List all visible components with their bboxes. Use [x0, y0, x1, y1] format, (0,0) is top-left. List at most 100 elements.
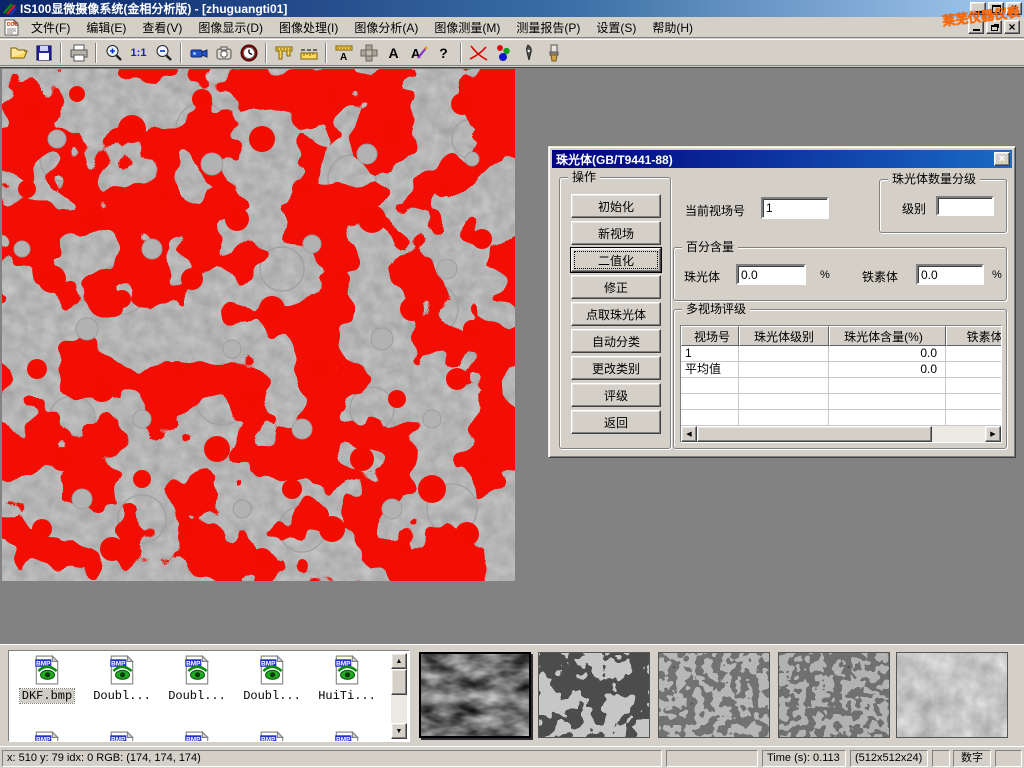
close-button[interactable]: × [1006, 2, 1022, 15]
annotate-icon[interactable]: A [406, 41, 431, 65]
minimize-button[interactable] [970, 2, 986, 15]
header-pearlite-level[interactable]: 珠光体级别 [739, 326, 829, 346]
scroll-up-icon[interactable]: ▲ [391, 653, 407, 669]
file-item[interactable]: DKF.bmp [11, 655, 83, 703]
initialize-button[interactable]: 初始化 [571, 194, 661, 218]
file-item-partial[interactable] [236, 731, 308, 742]
mdi-client-area: 珠光体(GB/T9441-88) × 操作 初始化 新视场 二值化 修正 点取珠… [0, 67, 1024, 644]
file-name[interactable]: Doubl... [241, 689, 303, 703]
table-row[interactable]: 平均值 0.0 [681, 362, 1001, 378]
measure-text-icon[interactable]: A [331, 41, 356, 65]
correct-button[interactable]: 修正 [571, 275, 661, 299]
file-item-partial[interactable] [311, 731, 383, 742]
zoom-out-icon[interactable] [151, 41, 176, 65]
scroll-down-icon[interactable]: ▼ [391, 723, 407, 739]
actual-size-icon[interactable]: 1:1 [126, 41, 151, 65]
open-icon[interactable] [6, 41, 31, 65]
save-icon[interactable] [31, 41, 56, 65]
current-field-input[interactable] [761, 197, 829, 219]
print-icon[interactable] [66, 41, 91, 65]
thumbnail-1[interactable] [419, 652, 531, 738]
help-icon[interactable]: ? [431, 41, 456, 65]
header-field-no[interactable]: 视场号 [681, 326, 739, 346]
table-row-empty [681, 378, 1001, 394]
scroll-right-icon[interactable]: ▶ [985, 426, 1001, 442]
header-ferrite-content[interactable]: 铁素体含量(%) [946, 326, 1002, 346]
zoom-in-icon[interactable] [101, 41, 126, 65]
file-item-partial[interactable] [11, 731, 83, 742]
thumbnail-5[interactable] [896, 652, 1008, 738]
pearlite-label: 珠光体 [684, 268, 720, 285]
change-class-button[interactable]: 更改类别 [571, 356, 661, 380]
return-button[interactable]: 返回 [571, 410, 661, 434]
thumbnail-2[interactable] [538, 652, 650, 738]
cut-curves-icon[interactable] [466, 41, 491, 65]
grid-stamp-icon[interactable] [356, 41, 381, 65]
clock-icon[interactable] [236, 41, 261, 65]
menu-item-image-measure[interactable]: 图像测量(M) [426, 17, 508, 38]
toolbar-separator [180, 43, 182, 63]
cell-pearlite-content: 0.0 [829, 346, 946, 362]
cell-pearlite-level [739, 362, 829, 378]
vscroll-track[interactable] [391, 695, 407, 723]
brush-icon[interactable] [541, 41, 566, 65]
file-item[interactable]: HuiTi... [311, 655, 383, 703]
file-item-partial[interactable] [161, 731, 233, 742]
hscroll-track[interactable] [932, 426, 985, 442]
toolbar-separator [460, 43, 462, 63]
menu-item-view[interactable]: 查看(V) [134, 17, 190, 38]
auto-classify-button[interactable]: 自动分类 [571, 329, 661, 353]
maximize-button[interactable] [988, 2, 1004, 15]
table-row[interactable]: 1 0.0 [681, 346, 1001, 362]
classify-balls-icon[interactable] [491, 41, 516, 65]
menu-item-edit[interactable]: 编辑(E) [78, 17, 134, 38]
pick-pen-icon[interactable] [516, 41, 541, 65]
thumbnail-4[interactable] [778, 652, 890, 738]
new-field-button[interactable]: 新视场 [571, 221, 661, 245]
binarize-button[interactable]: 二值化 [571, 248, 661, 272]
caliper-icon[interactable] [271, 41, 296, 65]
file-item[interactable]: Doubl... [236, 655, 308, 703]
pearlite-percent-input[interactable] [736, 264, 806, 285]
scroll-left-icon[interactable]: ◀ [681, 426, 697, 442]
mdi-minimize-button[interactable] [968, 20, 984, 34]
mdi-restore-button[interactable] [986, 20, 1002, 34]
ferrite-percent-input[interactable] [916, 264, 984, 285]
file-vscrollbar[interactable]: ▲ ▼ [391, 653, 407, 739]
dialog-title-bar[interactable]: 珠光体(GB/T9441-88) × [552, 150, 1012, 168]
file-item-partial[interactable] [86, 731, 158, 742]
status-mode: 数字 [953, 750, 991, 767]
menu-item-image-analysis[interactable]: 图像分析(A) [346, 17, 426, 38]
menu-bar: DOC 文件(F) 编辑(E) 查看(V) 图像显示(D) 图像处理(I) 图像… [0, 17, 1024, 38]
hscroll-thumb[interactable] [697, 426, 932, 442]
rate-button[interactable]: 评级 [571, 383, 661, 407]
file-item[interactable]: Doubl... [161, 655, 233, 703]
file-name[interactable]: Doubl... [166, 689, 228, 703]
rating-table-header: 视场号 珠光体级别 珠光体含量(%) 铁素体含量(%) [681, 326, 1001, 346]
table-hscrollbar[interactable]: ◀ ▶ [681, 426, 1001, 442]
pick-pearlite-button[interactable]: 点取珠光体 [571, 302, 661, 326]
menu-item-file[interactable]: 文件(F) [23, 17, 78, 38]
dialog-close-button[interactable]: × [994, 152, 1010, 166]
menu-item-help[interactable]: 帮助(H) [644, 17, 701, 38]
menu-item-image-processing[interactable]: 图像处理(I) [271, 17, 346, 38]
video-camera-icon[interactable] [186, 41, 211, 65]
menu-item-image-display[interactable]: 图像显示(D) [190, 17, 271, 38]
file-name[interactable]: DKF.bmp [20, 689, 74, 703]
menu-item-settings[interactable]: 设置(S) [588, 17, 644, 38]
ruler-icon[interactable] [296, 41, 321, 65]
file-item[interactable]: Doubl... [86, 655, 158, 703]
toolbar-separator [95, 43, 97, 63]
mdi-close-button[interactable]: × [1004, 20, 1020, 34]
level-input[interactable] [936, 196, 994, 216]
capture-icon[interactable] [211, 41, 236, 65]
thumbnail-3[interactable] [658, 652, 770, 738]
header-pearlite-content[interactable]: 珠光体含量(%) [829, 326, 946, 346]
vscroll-thumb[interactable] [391, 669, 407, 695]
document-system-icon[interactable]: DOC [3, 19, 20, 36]
menu-item-measure-report[interactable]: 测量报告(P) [508, 17, 588, 38]
text-icon[interactable]: A [381, 41, 406, 65]
micrograph-image[interactable] [2, 69, 515, 581]
file-name[interactable]: HuiTi... [316, 689, 378, 703]
file-name[interactable]: Doubl... [91, 689, 153, 703]
